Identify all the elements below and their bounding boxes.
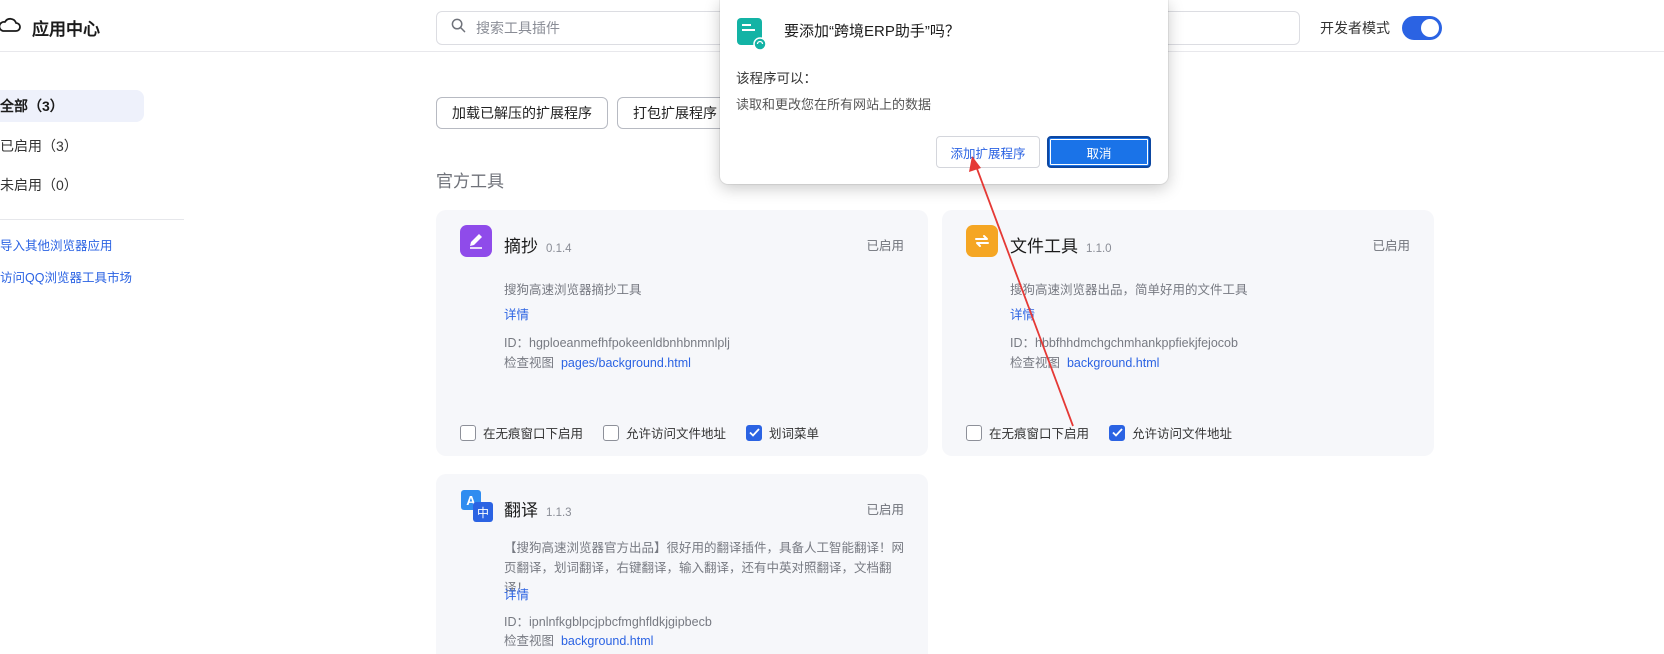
checkbox[interactable] xyxy=(460,424,476,441)
extension-version: 1.1.0 xyxy=(1086,243,1112,255)
extension-version: 1.1.3 xyxy=(546,507,572,519)
checkbox-checked[interactable] xyxy=(1109,424,1126,441)
section-title: 官方工具 xyxy=(436,172,504,191)
extension-icon xyxy=(736,17,767,51)
add-extension-dialog: 要添加“跨境ERP助手”吗？ 该程序可以： 读取和更改您在所有网站上的数据 添加… xyxy=(720,0,1168,184)
sidebar-item-disabled[interactable]: 未启用（0） xyxy=(0,169,144,201)
dev-mode-control: 开发者模式 xyxy=(1320,16,1442,40)
search-icon xyxy=(451,18,466,38)
pen-icon xyxy=(460,225,492,257)
load-unpacked-button[interactable]: 加载已解压的扩展程序 xyxy=(436,97,608,129)
app-title: 应用中心 xyxy=(32,20,100,39)
brand: 应用中心 xyxy=(0,14,100,41)
incognito-option[interactable]: 在无痕窗口下启用 xyxy=(966,423,1089,442)
toggle-knob xyxy=(1421,19,1439,37)
extension-id: ID：ipnlnfkgblpcjpbcfmghfldkjgipbecb xyxy=(504,615,712,629)
extension-description: 搜狗高速浏览器摘抄工具 xyxy=(504,283,642,297)
file-access-option[interactable]: 允许访问文件地址 xyxy=(1109,423,1232,442)
pack-extension-button[interactable]: 打包扩展程序 xyxy=(617,97,733,129)
visit-tool-market-link[interactable]: 访问QQ浏览器工具市场 xyxy=(0,267,132,286)
dialog-title: 要添加“跨境ERP助手”吗？ xyxy=(784,23,960,40)
extension-status: 已启用 xyxy=(1372,239,1410,253)
extension-name: 翻译 1.1.3 xyxy=(504,501,572,520)
extension-card: A 中 翻译 1.1.3 已启用 【搜狗高速浏览器官方出品】很好用的翻译插件，具备… xyxy=(436,474,928,654)
sidebar-divider xyxy=(0,219,184,220)
extension-status: 已启用 xyxy=(866,239,904,253)
inspect-view-link[interactable]: pages/background.html xyxy=(561,356,691,370)
extension-name: 摘抄 0.1.4 xyxy=(504,237,572,256)
checkbox[interactable] xyxy=(966,424,982,441)
permission-text: 读取和更改您在所有网站上的数据 xyxy=(736,97,932,112)
extension-description: 【搜狗高速浏览器官方出品】很好用的翻译插件，具备人工智能翻译！网页翻译，划词翻译… xyxy=(504,541,905,595)
file-access-option[interactable]: 允许访问文件地址 xyxy=(603,423,726,442)
extension-id: ID：hbbfhhdmchgchmhankppfiekjfejocob xyxy=(1010,336,1238,350)
details-link[interactable]: 详情 xyxy=(504,304,529,323)
extension-version: 0.1.4 xyxy=(546,243,572,255)
inspect-views: 检查视图 background.html xyxy=(504,634,654,648)
extension-options: 在无痕窗口下启用 允许访问文件地址 划词菜单 xyxy=(460,423,819,442)
add-extension-button[interactable]: 添加扩展程序 xyxy=(936,136,1040,168)
extension-name: 文件工具 1.1.0 xyxy=(1010,237,1112,256)
extension-id: ID：hgploeanmefhfpokeenldbnhbnmnlplj xyxy=(504,336,730,350)
dev-mode-toggle[interactable] xyxy=(1402,16,1442,40)
extension-card: 摘抄 0.1.4 已启用 搜狗高速浏览器摘抄工具 详情 ID：hgploeanme… xyxy=(436,210,928,456)
import-other-browser-link[interactable]: 导入其他浏览器应用 xyxy=(0,235,113,254)
extension-status: 已启用 xyxy=(866,503,904,517)
folder-icon xyxy=(966,225,998,257)
inspect-views: 检查视图 background.html xyxy=(1010,356,1160,370)
cloud-icon xyxy=(0,14,22,41)
inspect-views: 检查视图 pages/background.html xyxy=(504,356,691,370)
dev-mode-label: 开发者模式 xyxy=(1320,20,1390,36)
inspect-view-link[interactable]: background.html xyxy=(1067,356,1159,370)
dialog-subtitle: 该程序可以： xyxy=(736,71,817,86)
sidebar-item-enabled[interactable]: 已启用（3） xyxy=(0,130,144,162)
details-link[interactable]: 详情 xyxy=(504,584,529,603)
cancel-button[interactable]: 取消 xyxy=(1047,136,1151,168)
incognito-option[interactable]: 在无痕窗口下启用 xyxy=(460,423,583,442)
svg-text:中: 中 xyxy=(477,505,489,520)
extension-card: 文件工具 1.1.0 已启用 搜狗高速浏览器出品，简单好用的文件工具 详情 ID：… xyxy=(942,210,1434,456)
selection-menu-option[interactable]: 划词菜单 xyxy=(746,423,819,442)
extension-options: 在无痕窗口下启用 允许访问文件地址 xyxy=(966,423,1232,442)
sidebar-item-all[interactable]: 全部（3） xyxy=(0,90,144,122)
details-link[interactable]: 详情 xyxy=(1010,304,1035,323)
inspect-view-link[interactable]: background.html xyxy=(561,634,653,648)
checkbox-checked[interactable] xyxy=(746,424,763,441)
checkbox[interactable] xyxy=(603,424,620,441)
translate-icon: A 中 xyxy=(460,489,494,523)
extension-description: 搜狗高速浏览器出品，简单好用的文件工具 xyxy=(1010,283,1248,297)
